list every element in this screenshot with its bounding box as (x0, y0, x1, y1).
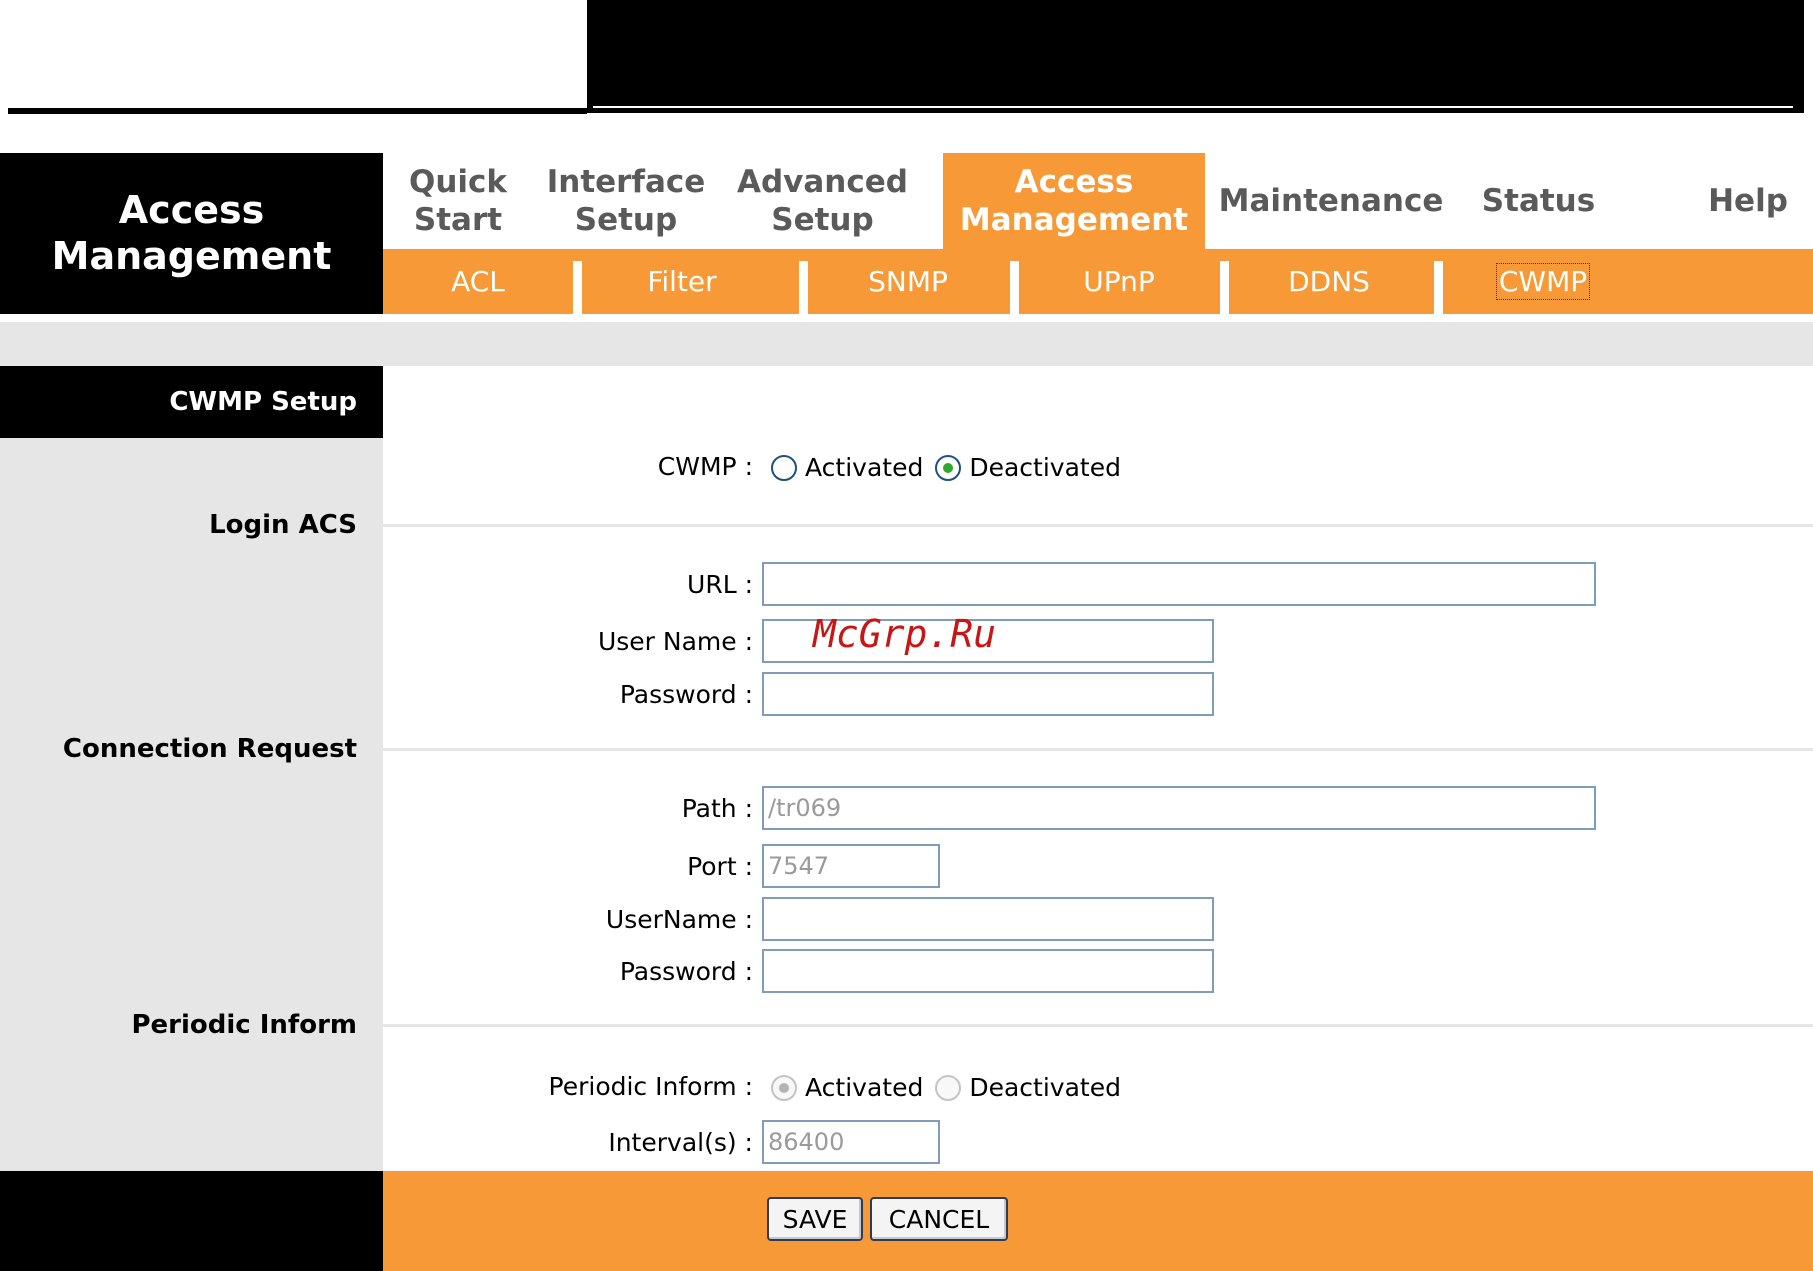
nav-item-quick-start[interactable]: Quick Start (383, 153, 533, 249)
periodic-inform-label: Periodic Inform : (548, 1072, 753, 1101)
page-title-line-2: Management (51, 233, 332, 278)
sub-nav: ACL Filter SNMP UPnP DDNS CWMP (383, 249, 1813, 314)
password-input[interactable] (762, 672, 1214, 716)
subnav-separator (1010, 261, 1019, 314)
section-label-connection-request: Connection Request (62, 734, 357, 764)
cr-password-label: Password : (619, 957, 753, 986)
radio-selected-dot (943, 462, 954, 473)
path-label: Path : (681, 794, 753, 823)
password-label: Password : (619, 680, 753, 709)
subnav-label-upnp: UPnP (1083, 265, 1155, 298)
cwmp-activated-label: Activated (805, 453, 924, 482)
divider (383, 1024, 1813, 1027)
periodic-deactivated-radio[interactable] (935, 1074, 962, 1101)
section-label-login-acs: Login ACS (209, 510, 357, 540)
subnav-separator (1220, 261, 1229, 314)
cwmp-label: CWMP : (657, 452, 753, 481)
spacer-band (0, 322, 1813, 366)
cancel-button[interactable]: CANCEL (870, 1197, 1008, 1241)
header-rule (8, 108, 587, 114)
section-label-periodic-inform: Periodic Inform (131, 1010, 357, 1040)
nav-item-status[interactable]: Status (1457, 153, 1620, 249)
subnav-separator (1434, 261, 1443, 314)
subnav-item-snmp[interactable]: SNMP (808, 249, 1008, 314)
subnav-label-filter: Filter (647, 265, 717, 298)
cr-username-label: UserName : (605, 905, 753, 934)
page-title-line-1: Access (118, 187, 265, 232)
nav-item-interface-setup[interactable]: Interface Setup (533, 153, 719, 249)
interval-input[interactable]: 86400 (762, 1120, 940, 1164)
page-title: Access Management (0, 153, 383, 314)
url-label: URL : (687, 570, 753, 599)
nav-item-maintenance[interactable]: Maintenance (1205, 153, 1457, 249)
header-rule-inner (593, 106, 1793, 108)
divider (383, 748, 1813, 751)
subnav-item-filter[interactable]: Filter (582, 249, 782, 314)
url-input[interactable] (762, 562, 1596, 606)
watermark: McGrp.Ru (813, 612, 997, 656)
nav-item-help[interactable]: Help (1683, 153, 1813, 249)
main-nav: Quick Start Interface Setup Advanced Set… (383, 153, 1813, 249)
subnav-item-acl[interactable]: ACL (383, 249, 573, 314)
subnav-item-ddns[interactable]: DDNS (1229, 249, 1429, 314)
subnav-item-upnp[interactable]: UPnP (1019, 249, 1219, 314)
periodic-activated-radio[interactable] (771, 1074, 797, 1101)
username-label: User Name : (597, 627, 753, 656)
subnav-item-cwmp[interactable]: CWMP (1443, 249, 1643, 314)
footer-left (0, 1171, 383, 1271)
nav-item-advanced-setup[interactable]: Advanced Setup (719, 153, 926, 249)
subnav-separator (799, 261, 808, 314)
cwmp-radio-group: Activated Deactivated (771, 453, 1133, 482)
divider (383, 524, 1813, 527)
radio-selected-dot (779, 1082, 789, 1093)
periodic-radio-group: Activated Deactivated (771, 1073, 1133, 1102)
subnav-separator (573, 261, 582, 314)
cwmp-deactivated-radio[interactable] (935, 454, 962, 481)
periodic-activated-label: Activated (805, 1073, 924, 1102)
section-title: CWMP Setup (0, 366, 383, 438)
port-input[interactable]: 7547 (762, 844, 940, 888)
cwmp-deactivated-label: Deactivated (969, 453, 1121, 482)
subnav-label-cwmp: CWMP (1495, 263, 1591, 300)
periodic-deactivated-label: Deactivated (969, 1073, 1121, 1102)
cwmp-activated-radio[interactable] (771, 454, 797, 481)
path-input[interactable]: /tr069 (762, 786, 1596, 830)
interval-label: Interval(s) : (608, 1128, 753, 1157)
subnav-label-ddns: DDNS (1288, 265, 1370, 298)
cr-username-input[interactable] (762, 897, 1214, 941)
left-column (0, 366, 383, 1171)
save-button[interactable]: SAVE (767, 1197, 863, 1241)
header-banner (587, 0, 1804, 113)
subnav-label-snmp: SNMP (868, 265, 948, 298)
nav-item-access-management[interactable]: Access Management (943, 153, 1205, 249)
footer-bar (383, 1171, 1813, 1271)
port-label: Port : (687, 852, 753, 881)
subnav-label-acl: ACL (451, 265, 505, 298)
cr-password-input[interactable] (762, 949, 1214, 993)
